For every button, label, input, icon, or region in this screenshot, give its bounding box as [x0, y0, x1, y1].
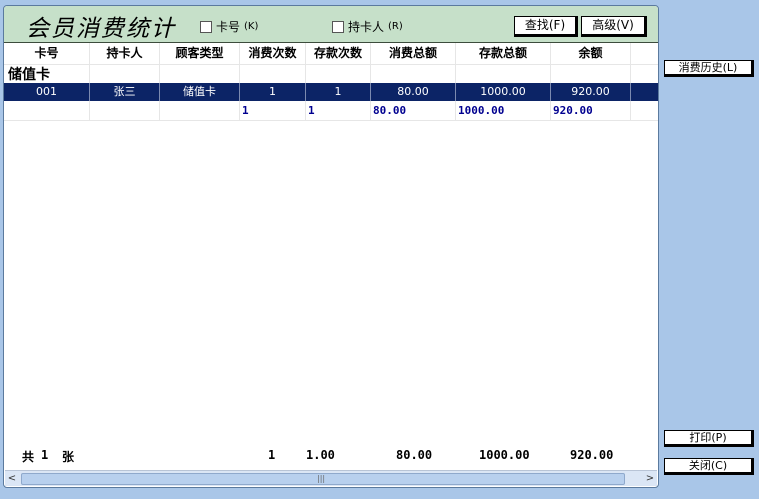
horizontal-scrollbar[interactable]: < ||| >: [5, 470, 657, 486]
search-button[interactable]: 查找(F): [514, 16, 578, 37]
footer-deposit-total: 1000.00: [479, 448, 530, 462]
footer-unit: 张: [62, 450, 75, 464]
main-panel: 会员消费统计 卡号 (K) 持卡人 (R) 查找(F) 高级(V) 卡号 持卡人…: [3, 5, 659, 488]
cell-holder: 张三: [90, 83, 160, 101]
table-row[interactable]: 001 张三 储值卡 1 1 80.00 1000.00 920.00: [4, 83, 658, 101]
cell-deposit-count: 1: [306, 83, 371, 101]
subtotal-consume-total: 80.00: [371, 102, 456, 120]
subtotal-deposit-total: 1000.00: [456, 102, 551, 120]
group-label: 储值卡: [8, 67, 50, 83]
subtotal-consume-count: 1: [240, 102, 306, 120]
col-consume-total[interactable]: 消费总额: [371, 43, 456, 64]
totals-footer: 共 1 张 1 1.00 80.00 1000.00 920.00: [4, 446, 658, 466]
scroll-left-icon[interactable]: <: [5, 471, 19, 486]
cell-customer-type: 储值卡: [160, 83, 240, 101]
checkbox-box[interactable]: [332, 20, 344, 33]
close-button[interactable]: 关闭(C): [664, 458, 754, 475]
col-deposit-count[interactable]: 存款次数: [306, 43, 371, 64]
col-card-no[interactable]: 卡号: [4, 43, 90, 64]
footer-prefix: 共: [22, 450, 35, 464]
table-header: 卡号 持卡人 顾客类型 消费次数 存款次数 消费总额 存款总额 余额: [4, 43, 658, 65]
advanced-button[interactable]: 高级(V): [581, 16, 647, 37]
col-deposit-total[interactable]: 存款总额: [456, 43, 551, 64]
card-no-checkbox[interactable]: 卡号 (K): [200, 18, 258, 35]
card-no-hotkey: (K): [244, 21, 259, 32]
footer-consume-total: 80.00: [396, 448, 433, 462]
footer-count: 1: [41, 448, 49, 462]
cell-balance: 920.00: [551, 83, 631, 101]
col-holder[interactable]: 持卡人: [90, 43, 160, 64]
col-balance[interactable]: 余额: [551, 43, 631, 64]
footer-balance: 920.00: [570, 448, 614, 462]
scroll-thumb[interactable]: |||: [21, 473, 625, 485]
subtotal-row: 1 1 80.00 1000.00 920.00: [4, 102, 658, 121]
footer-deposit-count: 1.00: [306, 448, 335, 462]
cell-consume-total: 80.00: [371, 83, 456, 101]
print-button[interactable]: 打印(P): [664, 430, 754, 447]
holder-label: 持卡人: [348, 20, 385, 34]
footer-consume-count: 1: [268, 448, 276, 462]
checkbox-box[interactable]: [200, 20, 212, 33]
col-customer-type[interactable]: 顾客类型: [160, 43, 240, 64]
card-no-label: 卡号: [216, 20, 241, 34]
consume-history-button[interactable]: 消费历史(L): [664, 60, 754, 77]
page-title: 会员消费统计: [26, 16, 176, 42]
grip-icon: |||: [317, 474, 326, 483]
cell-consume-count: 1: [240, 83, 306, 101]
title-bar: 会员消费统计 卡号 (K) 持卡人 (R) 查找(F) 高级(V): [4, 6, 658, 43]
scroll-right-icon[interactable]: >: [643, 471, 657, 486]
cell-card-no: 001: [4, 83, 90, 101]
subtotal-deposit-count: 1: [306, 102, 371, 120]
col-consume-count[interactable]: 消费次数: [240, 43, 306, 64]
subtotal-balance: 920.00: [551, 102, 631, 120]
holder-checkbox[interactable]: 持卡人 (R): [332, 18, 403, 35]
holder-hotkey: (R): [388, 21, 403, 32]
cell-deposit-total: 1000.00: [456, 83, 551, 101]
